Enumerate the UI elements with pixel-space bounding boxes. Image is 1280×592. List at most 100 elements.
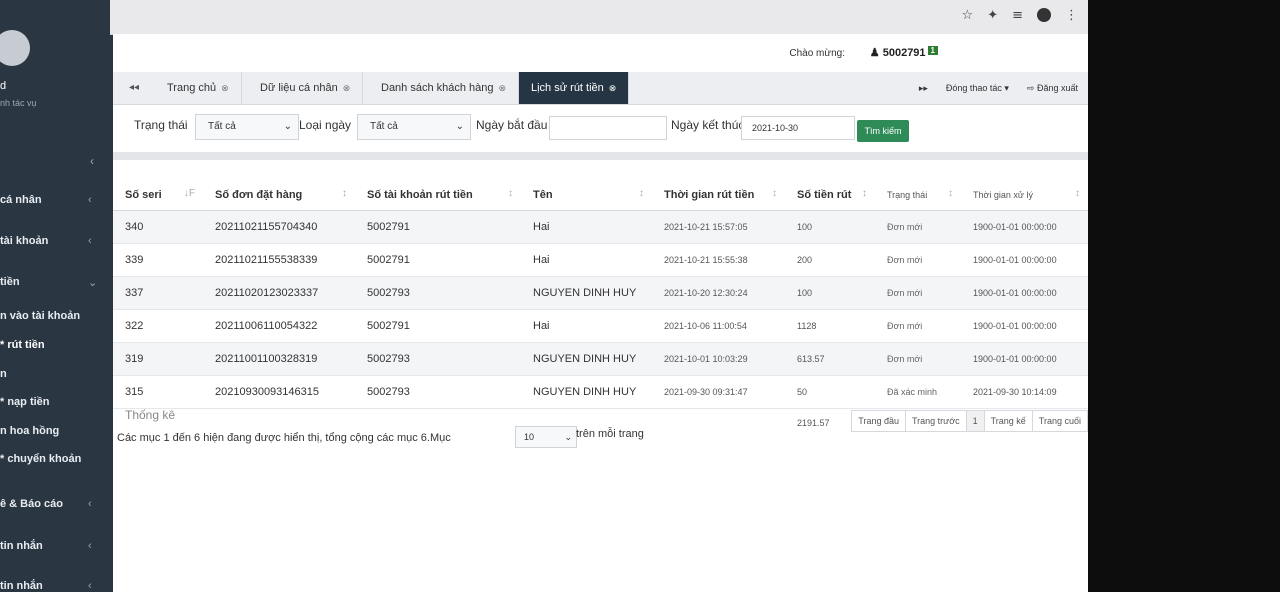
cell-withdraw-time: 2021-09-30 09:31:47: [652, 375, 785, 409]
prev-page-button[interactable]: Trang trước: [905, 410, 967, 432]
cell-serial: 337: [113, 276, 203, 310]
sidebar-item-withdraw[interactable]: * rút tiền: [0, 339, 113, 359]
tab-customer-list[interactable]: Danh sách khách hàng ⊗: [369, 72, 520, 104]
sidebar-user-sub: nh tác vụ: [0, 98, 37, 108]
user-id[interactable]: ♟ 5002791 1: [870, 46, 938, 59]
sidebar-item-reports[interactable]: ê & Báo cáo ‹: [0, 498, 113, 518]
sidebar-item-label: tin nhắn: [0, 540, 43, 552]
table-row[interactable]: 340 20211021155704340 5002791 Hai 2021-10-21…: [113, 210, 1088, 244]
cell-account-no: 5002793: [355, 276, 521, 310]
sort-icon[interactable]: ↕: [772, 188, 777, 199]
cell-withdraw-time: 2021-10-01 10:03:29: [652, 342, 785, 376]
cell-status: Đơn mới: [875, 309, 961, 343]
cell-processed-time: 1900-01-01 00:00:00: [961, 309, 1088, 343]
sort-icon[interactable]: ↕: [342, 188, 347, 199]
tab-withdraw-history[interactable]: Lịch sử rút tiền ⊗: [519, 72, 630, 104]
table-row[interactable]: 322 20211006110054322 5002791 Hai 2021-10-06…: [113, 309, 1088, 343]
table-row[interactable]: 337 20211020123023337 5002793 NGUYEN DINH H…: [113, 276, 1088, 310]
cell-order-no: 20210930093146315: [203, 375, 355, 409]
pin-icon[interactable]: ✦: [987, 8, 998, 23]
sidebar-item-transfer[interactable]: * chuyển khoản: [0, 453, 113, 473]
cell-name: Hai: [521, 243, 652, 277]
cell-name: NGUYEN DINH HUY: [521, 276, 652, 310]
sidebar-item-messages-2[interactable]: tin nhắn ‹: [0, 580, 113, 592]
end-date-label: Ngày kết thúc: [671, 118, 745, 132]
cell-order-no: 20211020123023337: [203, 276, 355, 310]
sidebar-item-label: ê & Báo cáo: [0, 498, 63, 510]
search-button[interactable]: Tìm kiếm: [857, 120, 909, 142]
table-row[interactable]: 319 20211001100328319 5002793 NGUYEN DINH H…: [113, 342, 1088, 376]
sidebar-item-account[interactable]: tài khoản ‹: [0, 235, 113, 255]
col-order-no[interactable]: Số đơn đặt hàng ↕: [203, 180, 355, 211]
close-icon[interactable]: ⊗: [343, 83, 351, 93]
first-page-button[interactable]: Trang đầu: [851, 410, 906, 432]
sidebar-item-money[interactable]: tiền ⌄: [0, 276, 113, 296]
sidebar-collapse-icon[interactable]: ‹: [90, 154, 94, 168]
close-tabs-dropdown[interactable]: Đóng thao tác ▾: [946, 72, 1009, 104]
chevron-down-icon: ⌄: [455, 121, 464, 132]
last-page-button[interactable]: Trang cuối: [1031, 410, 1088, 432]
close-icon[interactable]: ⊗: [499, 83, 507, 93]
end-date-input[interactable]: 2021-10-30: [741, 116, 855, 140]
logout-button[interactable]: ⇨ Đăng xuất: [1027, 72, 1078, 104]
col-serial[interactable]: Số seri ↓F: [113, 180, 203, 211]
col-amount[interactable]: Số tiền rút ↕: [785, 180, 875, 211]
col-processed-time[interactable]: Thời gian xử lý ↕: [961, 180, 1088, 211]
table-row[interactable]: 339 20211021155538339 5002791 Hai 2021-10-21…: [113, 243, 1088, 277]
start-date-input[interactable]: [549, 116, 667, 140]
cell-order-no: 20211001100328319: [203, 342, 355, 376]
col-withdraw-time[interactable]: Thời gian rút tiền ↕: [652, 180, 785, 211]
sidebar-item-commission[interactable]: n hoa hồng: [0, 425, 113, 445]
col-status[interactable]: Trạng thái ↕: [875, 180, 961, 211]
status-label: Trạng thái: [134, 118, 188, 132]
date-type-select[interactable]: Tất cả ⌄: [357, 114, 471, 140]
sort-icon[interactable]: ↕: [1075, 188, 1080, 199]
page-size-select[interactable]: 10 ⌄: [515, 426, 577, 448]
next-page-button[interactable]: Trang kế: [983, 410, 1033, 432]
status-select-value: Tất cả: [208, 121, 236, 132]
cell-amount: 1128: [785, 309, 875, 343]
notification-badge[interactable]: 1: [927, 46, 938, 55]
tab-home[interactable]: Trang chủ ⊗: [155, 72, 242, 104]
menu-dots-icon[interactable]: ⋮: [1065, 8, 1078, 23]
tab-scroll-left-icon[interactable]: ◂◂: [129, 72, 139, 104]
current-page-button[interactable]: 1: [965, 410, 985, 432]
status-select[interactable]: Tất cả ⌄: [195, 114, 299, 140]
cell-account-no: 5002793: [355, 342, 521, 376]
sidebar-item-personal[interactable]: cá nhân ‹: [0, 194, 113, 214]
tab-scroll-right-icon[interactable]: ▸▸: [919, 72, 928, 104]
sidebar-item-topup[interactable]: * nạp tiền: [0, 396, 113, 416]
tab-label: Trang chủ: [167, 82, 217, 94]
user-id-value: 5002791: [882, 47, 926, 59]
tab-personal-data[interactable]: Dữ liệu cá nhân ⊗: [248, 72, 364, 104]
sort-icon[interactable]: ↕: [508, 188, 513, 199]
sort-icon[interactable]: ↕: [862, 188, 867, 199]
cell-status: Đơn mới: [875, 342, 961, 376]
sort-icon[interactable]: ↓F: [184, 188, 195, 199]
cell-withdraw-time: 2021-10-06 11:00:54: [652, 309, 785, 343]
profile-icon[interactable]: [1037, 8, 1051, 22]
sort-icon[interactable]: ↕: [639, 188, 644, 199]
sort-icon[interactable]: ↕: [948, 188, 953, 199]
col-name[interactable]: Tên ↕: [521, 180, 652, 211]
chevron-left-icon: ‹: [88, 235, 92, 247]
cell-account-no: 5002791: [355, 243, 521, 277]
sidebar-user-name: d: [0, 80, 7, 92]
close-icon[interactable]: ⊗: [221, 83, 229, 93]
queue-icon[interactable]: ≡: [1012, 8, 1023, 23]
sidebar-item-n[interactable]: n: [0, 368, 113, 388]
sidebar-item-label: n vào tài khoản: [0, 310, 81, 322]
tab-label: Danh sách khách hàng: [381, 82, 494, 94]
sidebar-item-messages[interactable]: tin nhắn ‹: [0, 540, 113, 560]
header-label: Thời gian rút tiền: [664, 189, 755, 201]
paging-info: Các mục 1 đến 6 hiện đang được hiển thị,…: [117, 432, 451, 444]
chevron-left-icon: ‹: [88, 194, 92, 206]
tab-label: Lịch sử rút tiền: [531, 82, 604, 94]
col-account-no[interactable]: Số tài khoản rút tiền ↕: [355, 180, 521, 211]
table-row[interactable]: 315 20210930093146315 5002793 NGUYEN DINH H…: [113, 375, 1088, 409]
user-avatar[interactable]: [0, 30, 30, 66]
table-header-row: Số seri ↓F Số đơn đặt hàng ↕ Số tài khoản …: [113, 180, 1088, 211]
sidebar-item-deposit-to-account[interactable]: n vào tài khoản: [0, 310, 113, 330]
close-icon[interactable]: ⊗: [609, 83, 617, 93]
star-icon[interactable]: ☆: [962, 8, 974, 23]
